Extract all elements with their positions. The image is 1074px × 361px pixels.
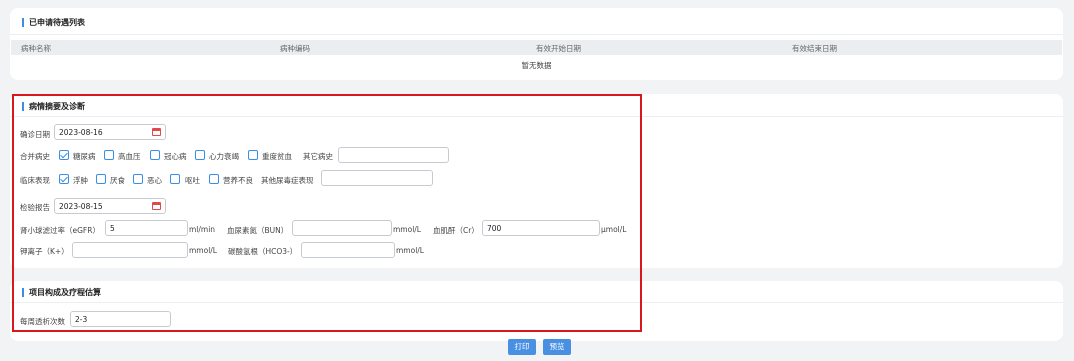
- comorbidity-label: 合并病史: [20, 152, 50, 161]
- potassium-unit: mmol/L: [189, 246, 217, 255]
- calendar-icon[interactable]: [152, 202, 161, 210]
- weekly-dialysis-label: 每周透析次数: [20, 317, 65, 326]
- print-button[interactable]: 打印: [508, 339, 536, 355]
- bicarbonate-unit: mmol/L: [396, 246, 424, 255]
- checkbox-heart-failure[interactable]: [195, 150, 205, 160]
- column-header-disease-name: 病种名称: [21, 44, 51, 53]
- cr-input[interactable]: 700: [482, 220, 600, 236]
- project-title: 项目构成及疗程估算: [22, 287, 101, 298]
- potassium-input[interactable]: [72, 242, 188, 258]
- checkbox-label-anorexia: 厌食: [110, 176, 125, 185]
- divider: [10, 116, 1063, 117]
- bicarbonate-input[interactable]: [301, 242, 395, 258]
- diagnosis-date-value: 2023-08-16: [59, 128, 103, 137]
- registered-list-title: 已申请待遇列表: [22, 17, 85, 28]
- diagnosis-date-input[interactable]: 2023-08-16: [54, 124, 166, 140]
- other-uremia-label: 其他尿毒症表现: [261, 176, 314, 185]
- preview-button[interactable]: 预览: [543, 339, 571, 355]
- egfr-input[interactable]: 5: [105, 220, 188, 236]
- checkbox-diabetes[interactable]: [59, 150, 69, 160]
- egfr-label: 肾小球滤过率（eGFR）: [20, 226, 100, 235]
- weekly-dialysis-input[interactable]: 2-3: [70, 311, 171, 327]
- checkbox-nausea[interactable]: [133, 174, 143, 184]
- checkbox-hypertension[interactable]: [104, 150, 114, 160]
- column-header-disease-code: 病种编码: [280, 44, 310, 53]
- divider: [10, 34, 1063, 35]
- checkbox-coronary[interactable]: [150, 150, 160, 160]
- checkbox-anorexia[interactable]: [96, 174, 106, 184]
- cr-label: 血肌酐（Cr）: [433, 226, 479, 235]
- calendar-icon[interactable]: [152, 128, 161, 136]
- checkbox-anemia[interactable]: [248, 150, 258, 160]
- checkbox-malnutrition[interactable]: [209, 174, 219, 184]
- diagnosis-title: 病情摘要及诊断: [22, 101, 85, 112]
- cr-unit: μmol/L: [601, 225, 627, 234]
- lab-report-label: 检验报告: [20, 203, 50, 212]
- title-accent-bar: [22, 102, 24, 111]
- column-header-start-date: 有效开始日期: [536, 44, 581, 53]
- checkbox-label-heart-failure: 心力衰竭: [209, 152, 239, 161]
- divider: [10, 302, 1063, 303]
- title-accent-bar: [22, 18, 24, 27]
- bun-unit: mmol/L: [393, 225, 421, 234]
- checkbox-vomiting[interactable]: [170, 174, 180, 184]
- column-header-end-date: 有效结束日期: [792, 44, 837, 53]
- bicarbonate-label: 碳酸氢根（HCO3-）: [228, 247, 298, 256]
- potassium-label: 钾离子（K+）: [20, 247, 69, 256]
- project-title-text: 项目构成及疗程估算: [29, 288, 101, 297]
- weekly-dialysis-value: 2-3: [75, 315, 88, 324]
- checkbox-label-malnutrition: 营养不良: [223, 176, 253, 185]
- other-uremia-input[interactable]: [321, 170, 433, 186]
- title-accent-bar: [22, 288, 24, 297]
- cr-value: 700: [487, 224, 502, 233]
- registered-list-title-text: 已申请待遇列表: [29, 18, 85, 27]
- checkbox-label-edema: 浮肿: [73, 176, 88, 185]
- lab-report-date-value: 2023-08-15: [59, 202, 103, 211]
- checkbox-label-anemia: 重度贫血: [262, 152, 292, 161]
- checkbox-edema[interactable]: [59, 174, 69, 184]
- egfr-value: 5: [110, 224, 115, 233]
- egfr-unit: ml/min: [189, 225, 216, 234]
- checkbox-label-coronary: 冠心病: [164, 152, 187, 161]
- bun-label: 血尿素氮（BUN）: [227, 226, 289, 235]
- checkbox-label-nausea: 恶心: [147, 176, 162, 185]
- registered-list-card: 已申请待遇列表 病种名称 病种编码 有效开始日期 有效结束日期 暂无数据: [10, 8, 1063, 80]
- diagnosis-title-text: 病情摘要及诊断: [29, 102, 85, 111]
- empty-table-text: 暂无数据: [521, 61, 552, 70]
- clinical-label: 临床表现: [20, 176, 50, 185]
- table-header: 病种名称 病种编码 有效开始日期 有效结束日期: [11, 40, 1062, 55]
- checkbox-label-diabetes: 糖尿病: [73, 152, 96, 161]
- lab-report-date-input[interactable]: 2023-08-15: [54, 198, 166, 214]
- other-history-label: 其它病史: [303, 152, 333, 161]
- other-history-input[interactable]: [338, 147, 449, 163]
- diagnosis-date-label: 确诊日期: [20, 130, 50, 139]
- checkbox-label-vomiting: 呕吐: [185, 176, 200, 185]
- checkbox-label-hypertension: 高血压: [118, 152, 141, 161]
- bun-input[interactable]: [292, 220, 392, 236]
